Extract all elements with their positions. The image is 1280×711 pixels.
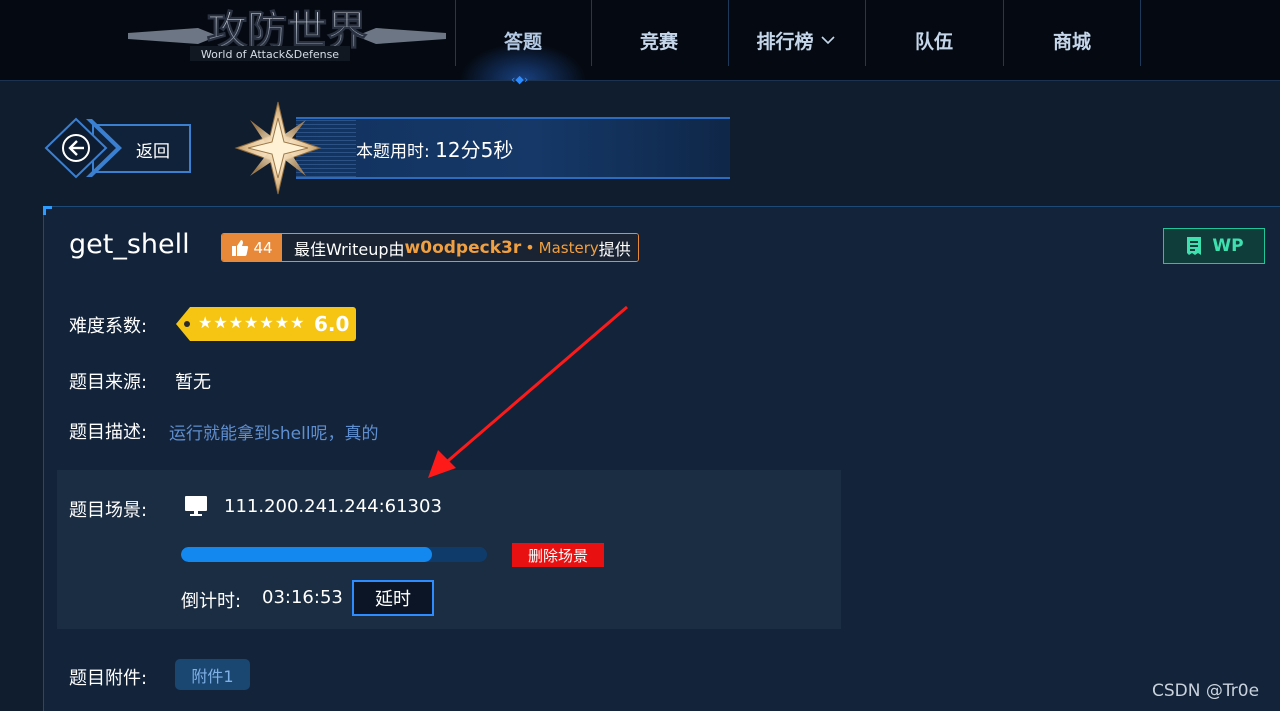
like-count: 44 (253, 238, 273, 257)
logo-sub-text: World of Attack&Defense (201, 48, 339, 61)
top-navbar: 攻防世界 World of Attack&Defense 答题 ‹◆› 竞赛 排… (0, 0, 1280, 86)
nav-item-team[interactable]: 队伍 (866, 0, 1002, 80)
challenge-title: get_shell (69, 229, 190, 260)
writeup-info[interactable]: 最佳Writeup由 w0odpeck3r • Mastery 提供 (282, 234, 638, 261)
nav-label: 竞赛 (639, 30, 678, 53)
nav-label: 答题 (503, 30, 542, 53)
nav-active-marker-icon: ‹◆› (511, 73, 529, 86)
like-counter[interactable]: 44 (222, 234, 282, 261)
countdown-label: 倒计时: (181, 591, 242, 612)
back-button[interactable]: 返回 (42, 117, 194, 179)
monitor-icon (185, 496, 207, 516)
wp-button[interactable]: WP (1163, 228, 1265, 264)
watermark: CSDN @Tr0e (1152, 681, 1260, 701)
chevron-down-icon (820, 36, 835, 45)
attachment-label: 题目附件: (69, 668, 148, 689)
timer-label: 本题用时: (356, 142, 430, 162)
source-value: 暂无 (175, 372, 211, 393)
wp-label: WP (1212, 236, 1244, 256)
difficulty-tag: ★★★★★★★ 6.0 (176, 307, 356, 341)
writeup-badge[interactable]: 44 最佳Writeup由 w0odpeck3r • Mastery 提供 (221, 233, 639, 262)
description-value: 运行就能拿到shell呢，真的 (169, 424, 379, 444)
thumbs-up-icon (232, 239, 249, 256)
nav-label: 队伍 (914, 30, 953, 53)
panel-corner-decoration (43, 206, 52, 215)
difficulty-value: 6.0 (314, 312, 350, 336)
writeup-suffix: 提供 (598, 239, 631, 259)
nav-label: 排行榜 (756, 30, 814, 53)
compass-star-icon (234, 101, 322, 195)
red-arrow-annotation (428, 305, 628, 478)
extend-time-button[interactable]: 延时 (352, 580, 434, 616)
timer-value: 12分5秒 (435, 138, 514, 162)
writeup-rank: Mastery (538, 238, 599, 257)
scene-address[interactable]: 111.200.241.244:61303 (224, 496, 442, 517)
scene-progress-bar (181, 547, 487, 562)
tag-hole (184, 321, 190, 327)
writeup-author-link[interactable]: w0odpeck3r (405, 238, 522, 258)
delete-scene-button[interactable]: 删除场景 (512, 543, 604, 567)
scene-progress-fill (181, 547, 432, 562)
challenge-panel (43, 206, 1280, 711)
site-logo[interactable]: 攻防世界 World of Attack&Defense (128, 0, 446, 70)
document-icon (1187, 237, 1202, 255)
nav-item-shop[interactable]: 商城 (1004, 0, 1140, 80)
nav-divider (1140, 0, 1141, 66)
writeup-dot: • (525, 238, 535, 257)
nav-item-leaderboard[interactable]: 排行榜 (728, 0, 864, 80)
back-arrow-icon (44, 117, 122, 179)
countdown-value: 03:16:53 (262, 587, 343, 608)
writeup-prefix: 最佳Writeup由 (294, 239, 405, 259)
source-label: 题目来源: (69, 372, 148, 393)
timer-text: 本题用时: 12分5秒 (356, 134, 513, 163)
nav-item-answer[interactable]: 答题 (455, 0, 591, 80)
nav-label: 商城 (1052, 30, 1091, 53)
description-label: 题目描述: (69, 422, 148, 443)
back-label: 返回 (136, 142, 170, 162)
attachment-button[interactable]: 附件1 (175, 659, 250, 690)
nav-item-competition[interactable]: 竞赛 (591, 0, 727, 80)
scene-label: 题目场景: (69, 500, 148, 521)
difficulty-stars-icon: ★★★★★★★ (198, 313, 306, 332)
difficulty-label: 难度系数: (69, 316, 148, 337)
